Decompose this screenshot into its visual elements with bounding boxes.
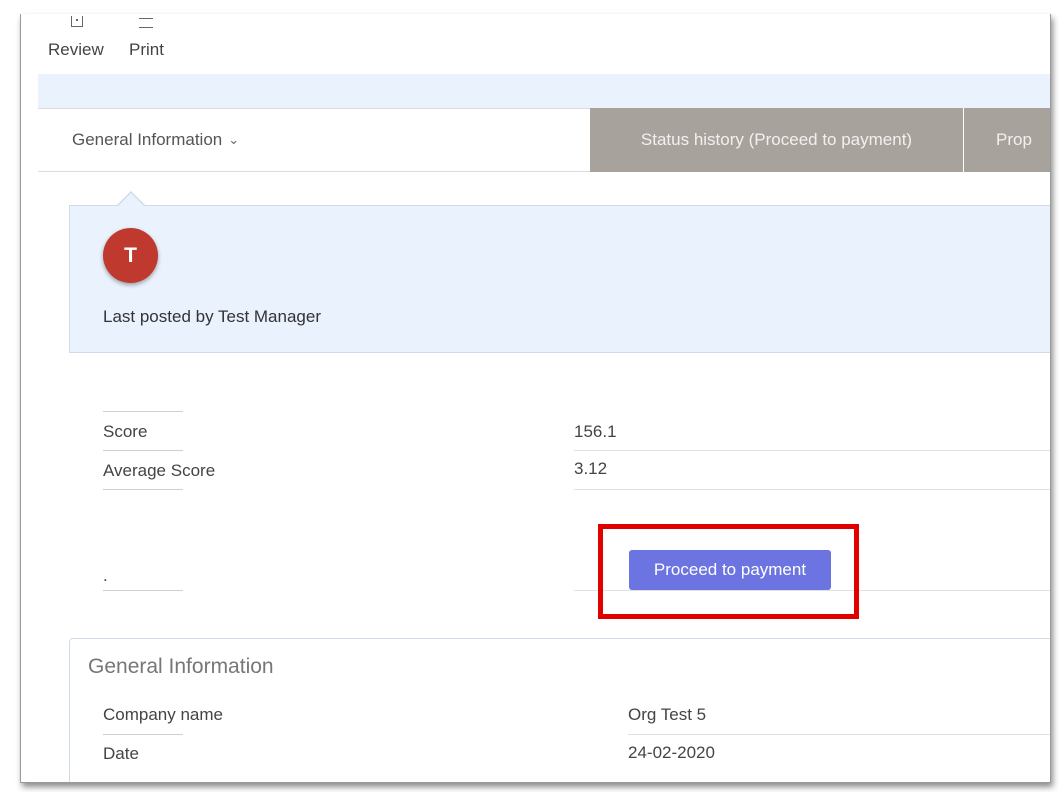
proceed-to-payment-button[interactable]: Proceed to payment	[629, 550, 831, 590]
last-posted-text: Last posted by Test Manager	[103, 307, 321, 326]
tab-bar: General Information ⌄ Status history (Pr…	[38, 108, 1050, 174]
company-name-value: Org Test 5	[628, 705, 707, 724]
average-score-value: 3.12	[574, 459, 608, 478]
company-name-label: Company name	[103, 705, 224, 724]
review-label: Review	[48, 40, 104, 59]
date-value: 24-02-2020	[628, 743, 715, 762]
review-icon	[66, 16, 86, 36]
divider	[628, 734, 1050, 735]
divider	[574, 489, 1050, 490]
tab-label: Prop	[996, 130, 1032, 149]
card-pointer-fill	[117, 193, 145, 207]
divider	[574, 450, 1050, 451]
avatar: T	[103, 228, 158, 283]
print-button[interactable]: Print	[129, 18, 164, 60]
review-button[interactable]: Review	[48, 16, 104, 60]
post-card: T Last posted by Test Manager	[69, 205, 1050, 353]
print-label: Print	[129, 40, 164, 59]
divider	[103, 450, 183, 451]
score-label: Score	[103, 422, 148, 441]
average-score-label: Average Score	[103, 461, 216, 480]
date-label: Date	[103, 744, 139, 763]
section-title: General Information	[88, 655, 274, 678]
chevron-down-icon: ⌄	[228, 132, 240, 147]
tab-status-history[interactable]: Status history (Proceed to payment)	[590, 108, 963, 172]
divider	[574, 590, 1050, 591]
divider	[103, 734, 183, 735]
tab-prop[interactable]: Prop	[964, 108, 1050, 172]
toolbar: Review Print	[21, 14, 1050, 74]
divider	[103, 590, 183, 591]
avatar-letter: T	[124, 243, 137, 267]
header-band	[38, 74, 1050, 108]
divider	[103, 489, 183, 490]
tab-label: General Information	[72, 130, 223, 149]
tab-label: Status history (Proceed to payment)	[640, 130, 913, 149]
action-label: .	[103, 566, 108, 585]
app-window: Review Print General Information ⌄ Statu…	[20, 14, 1051, 783]
print-icon	[136, 18, 156, 36]
tab-general-information[interactable]: General Information ⌄	[38, 108, 590, 172]
divider	[103, 411, 183, 412]
score-value: 156.1	[574, 422, 617, 441]
